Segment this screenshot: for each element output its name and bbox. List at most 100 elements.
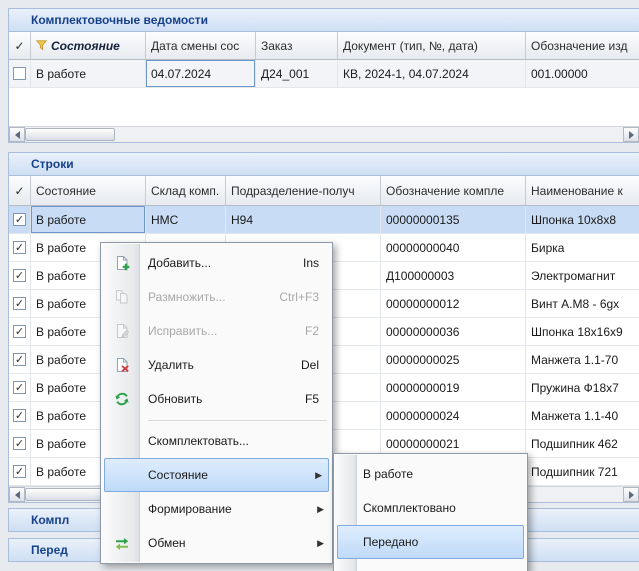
row-checkbox-checked[interactable]: ✓ (13, 465, 26, 478)
row-checkbox-checked[interactable]: ✓ (13, 437, 26, 450)
cell-designation[interactable]: 00000000040 (381, 234, 526, 262)
grid-empty-area (9, 88, 639, 126)
scroll-thumb[interactable] (25, 128, 115, 141)
grid-header-row: ✓ Состояние Склад комп. Подразделение-по… (9, 176, 639, 206)
menu-item-delete[interactable]: Удалить Del (102, 348, 331, 382)
cell-checkbox: ✓ (9, 234, 31, 262)
row-checkbox-checked[interactable]: ✓ (13, 353, 26, 366)
cell-date-focused[interactable]: 04.07.2024 (146, 60, 256, 88)
scroll-right-button[interactable] (623, 487, 639, 502)
scroll-right-button[interactable] (623, 127, 639, 142)
refresh-icon (113, 390, 131, 408)
row-checkbox-checked[interactable]: ✓ (13, 409, 26, 422)
menu-item-assemble[interactable]: Скомплектовать... (102, 424, 331, 458)
column-header-order[interactable]: Заказ (256, 32, 338, 60)
table-row[interactable]: В работе 04.07.2024 Д24_001 КВ, 2024-1, … (9, 60, 639, 88)
panel-header-stroki[interactable]: Строки (9, 153, 639, 176)
exchange-icon (113, 534, 131, 552)
column-header-department[interactable]: Подразделение-получ (226, 176, 381, 206)
menu-item-state[interactable]: Состояние ▶ (104, 458, 329, 492)
cell-designation[interactable]: 00000000036 (381, 318, 526, 346)
cell-document[interactable]: КВ, 2024-1, 04.07.2024 (338, 60, 526, 88)
table-row-selected[interactable]: ✓ В работе НМС Н94 00000000135 Шпонка 10… (9, 206, 639, 234)
row-checkbox-checked[interactable]: ✓ (13, 241, 26, 254)
cell-order[interactable]: Д24_001 (256, 60, 338, 88)
submenu-item-transferred[interactable]: Передано (337, 525, 524, 559)
column-header-designation[interactable]: Обозначение изд (526, 32, 639, 60)
column-header-name[interactable]: Наименование к (526, 176, 639, 206)
cell-designation[interactable]: 00000000135 (381, 206, 526, 234)
row-checkbox-checked[interactable]: ✓ (13, 213, 26, 226)
menu-item-add[interactable]: Добавить... Ins (102, 246, 331, 280)
cell-checkbox: ✓ (9, 346, 31, 374)
column-header-state[interactable]: Состояние (31, 176, 146, 206)
cell-checkbox: ✓ (9, 262, 31, 290)
cell-state-focused[interactable]: В работе (31, 206, 146, 234)
cell-name[interactable]: Подшипник 462 (526, 430, 639, 458)
row-checkbox-checked[interactable]: ✓ (13, 381, 26, 394)
panel-title: Строки (31, 157, 74, 171)
cell-designation[interactable]: 00000000012 (381, 290, 526, 318)
cell-name[interactable]: Шпонка 18х16х9 (526, 318, 639, 346)
cell-checkbox: ✓ (9, 374, 31, 402)
column-header-state[interactable]: Состояние (31, 32, 146, 60)
horizontal-scrollbar[interactable] (9, 126, 639, 142)
cell-checkbox: ✓ (9, 458, 31, 486)
submenu-item-assembled[interactable]: Скомплектовано (335, 491, 526, 525)
cell-name[interactable]: Бирка (526, 234, 639, 262)
cell-designation[interactable]: 00000000019 (381, 374, 526, 402)
row-checkbox[interactable] (13, 67, 26, 80)
column-header-check[interactable]: ✓ (9, 176, 31, 206)
cell-state[interactable]: В работе (31, 60, 146, 88)
menu-item-label: Передано (363, 535, 418, 549)
cell-name[interactable]: Шпонка 10х8х8 (526, 206, 639, 234)
menu-separator (148, 416, 327, 424)
column-header-date[interactable]: Дата смены сос (146, 32, 256, 60)
menu-item-label: Скомплектовать... (148, 434, 249, 448)
cell-warehouse[interactable]: НМС (146, 206, 226, 234)
cell-designation[interactable]: 001.00000 (526, 60, 639, 88)
menu-item-refresh[interactable]: Обновить F5 (102, 382, 331, 416)
menu-item-shortcut: Ins (283, 256, 319, 270)
row-checkbox-checked[interactable]: ✓ (13, 269, 26, 282)
row-checkbox-checked[interactable]: ✓ (13, 325, 26, 338)
column-header-document[interactable]: Документ (тип, №, дата) (338, 32, 526, 60)
scroll-left-button[interactable] (9, 487, 25, 502)
column-header-designation[interactable]: Обозначение компле (381, 176, 526, 206)
cell-name[interactable]: Подшипник 721 (526, 458, 639, 486)
menu-item-duplicate[interactable]: Размножить... Ctrl+F3 (102, 280, 331, 314)
menu-item-shortcut: Del (281, 358, 319, 372)
state-submenu: В работе Скомплектовано Передано (333, 453, 528, 571)
cell-name[interactable]: Винт А.М8 - 6gх (526, 290, 639, 318)
cell-designation[interactable]: Д100000003 (381, 262, 526, 290)
menu-item-label: Размножить... (148, 290, 226, 304)
submenu-arrow-icon: ▶ (315, 470, 322, 481)
column-header-warehouse[interactable]: Склад комп. (146, 176, 226, 206)
cell-name[interactable]: Манжета 1.1-70 (526, 346, 639, 374)
add-document-icon (113, 254, 131, 272)
scroll-right-icon (629, 491, 638, 499)
cell-name[interactable]: Манжета 1.1-40 (526, 402, 639, 430)
cell-designation[interactable]: 00000000024 (381, 402, 526, 430)
menu-item-exchange[interactable]: Обмен ▶ (102, 526, 331, 560)
cell-department[interactable]: Н94 (226, 206, 381, 234)
scroll-left-button[interactable] (9, 127, 25, 142)
delete-document-icon (113, 356, 131, 374)
cell-name[interactable]: Пружина Ф18х7 (526, 374, 639, 402)
menu-item-label: Исправить... (148, 324, 217, 338)
menu-item-edit[interactable]: Исправить... F2 (102, 314, 331, 348)
menu-item-label: Обновить (148, 392, 202, 406)
copy-document-icon (113, 288, 131, 306)
cell-checkbox: ✓ (9, 430, 31, 458)
row-checkbox-checked[interactable]: ✓ (13, 297, 26, 310)
column-header-check[interactable]: ✓ (9, 32, 31, 60)
panel-header-vedomosti[interactable]: Комплектовочные ведомости (9, 9, 639, 32)
submenu-item-in-work[interactable]: В работе (335, 457, 526, 491)
filter-icon[interactable] (36, 40, 47, 51)
menu-item-formation[interactable]: Формирование ▶ (102, 492, 331, 526)
cell-designation[interactable]: 00000000025 (381, 346, 526, 374)
cell-name[interactable]: Электромагнит (526, 262, 639, 290)
menu-item-shortcut: Ctrl+F3 (259, 290, 319, 304)
submenu-arrow-icon: ▶ (317, 538, 324, 549)
submenu-arrow-icon: ▶ (317, 504, 324, 515)
